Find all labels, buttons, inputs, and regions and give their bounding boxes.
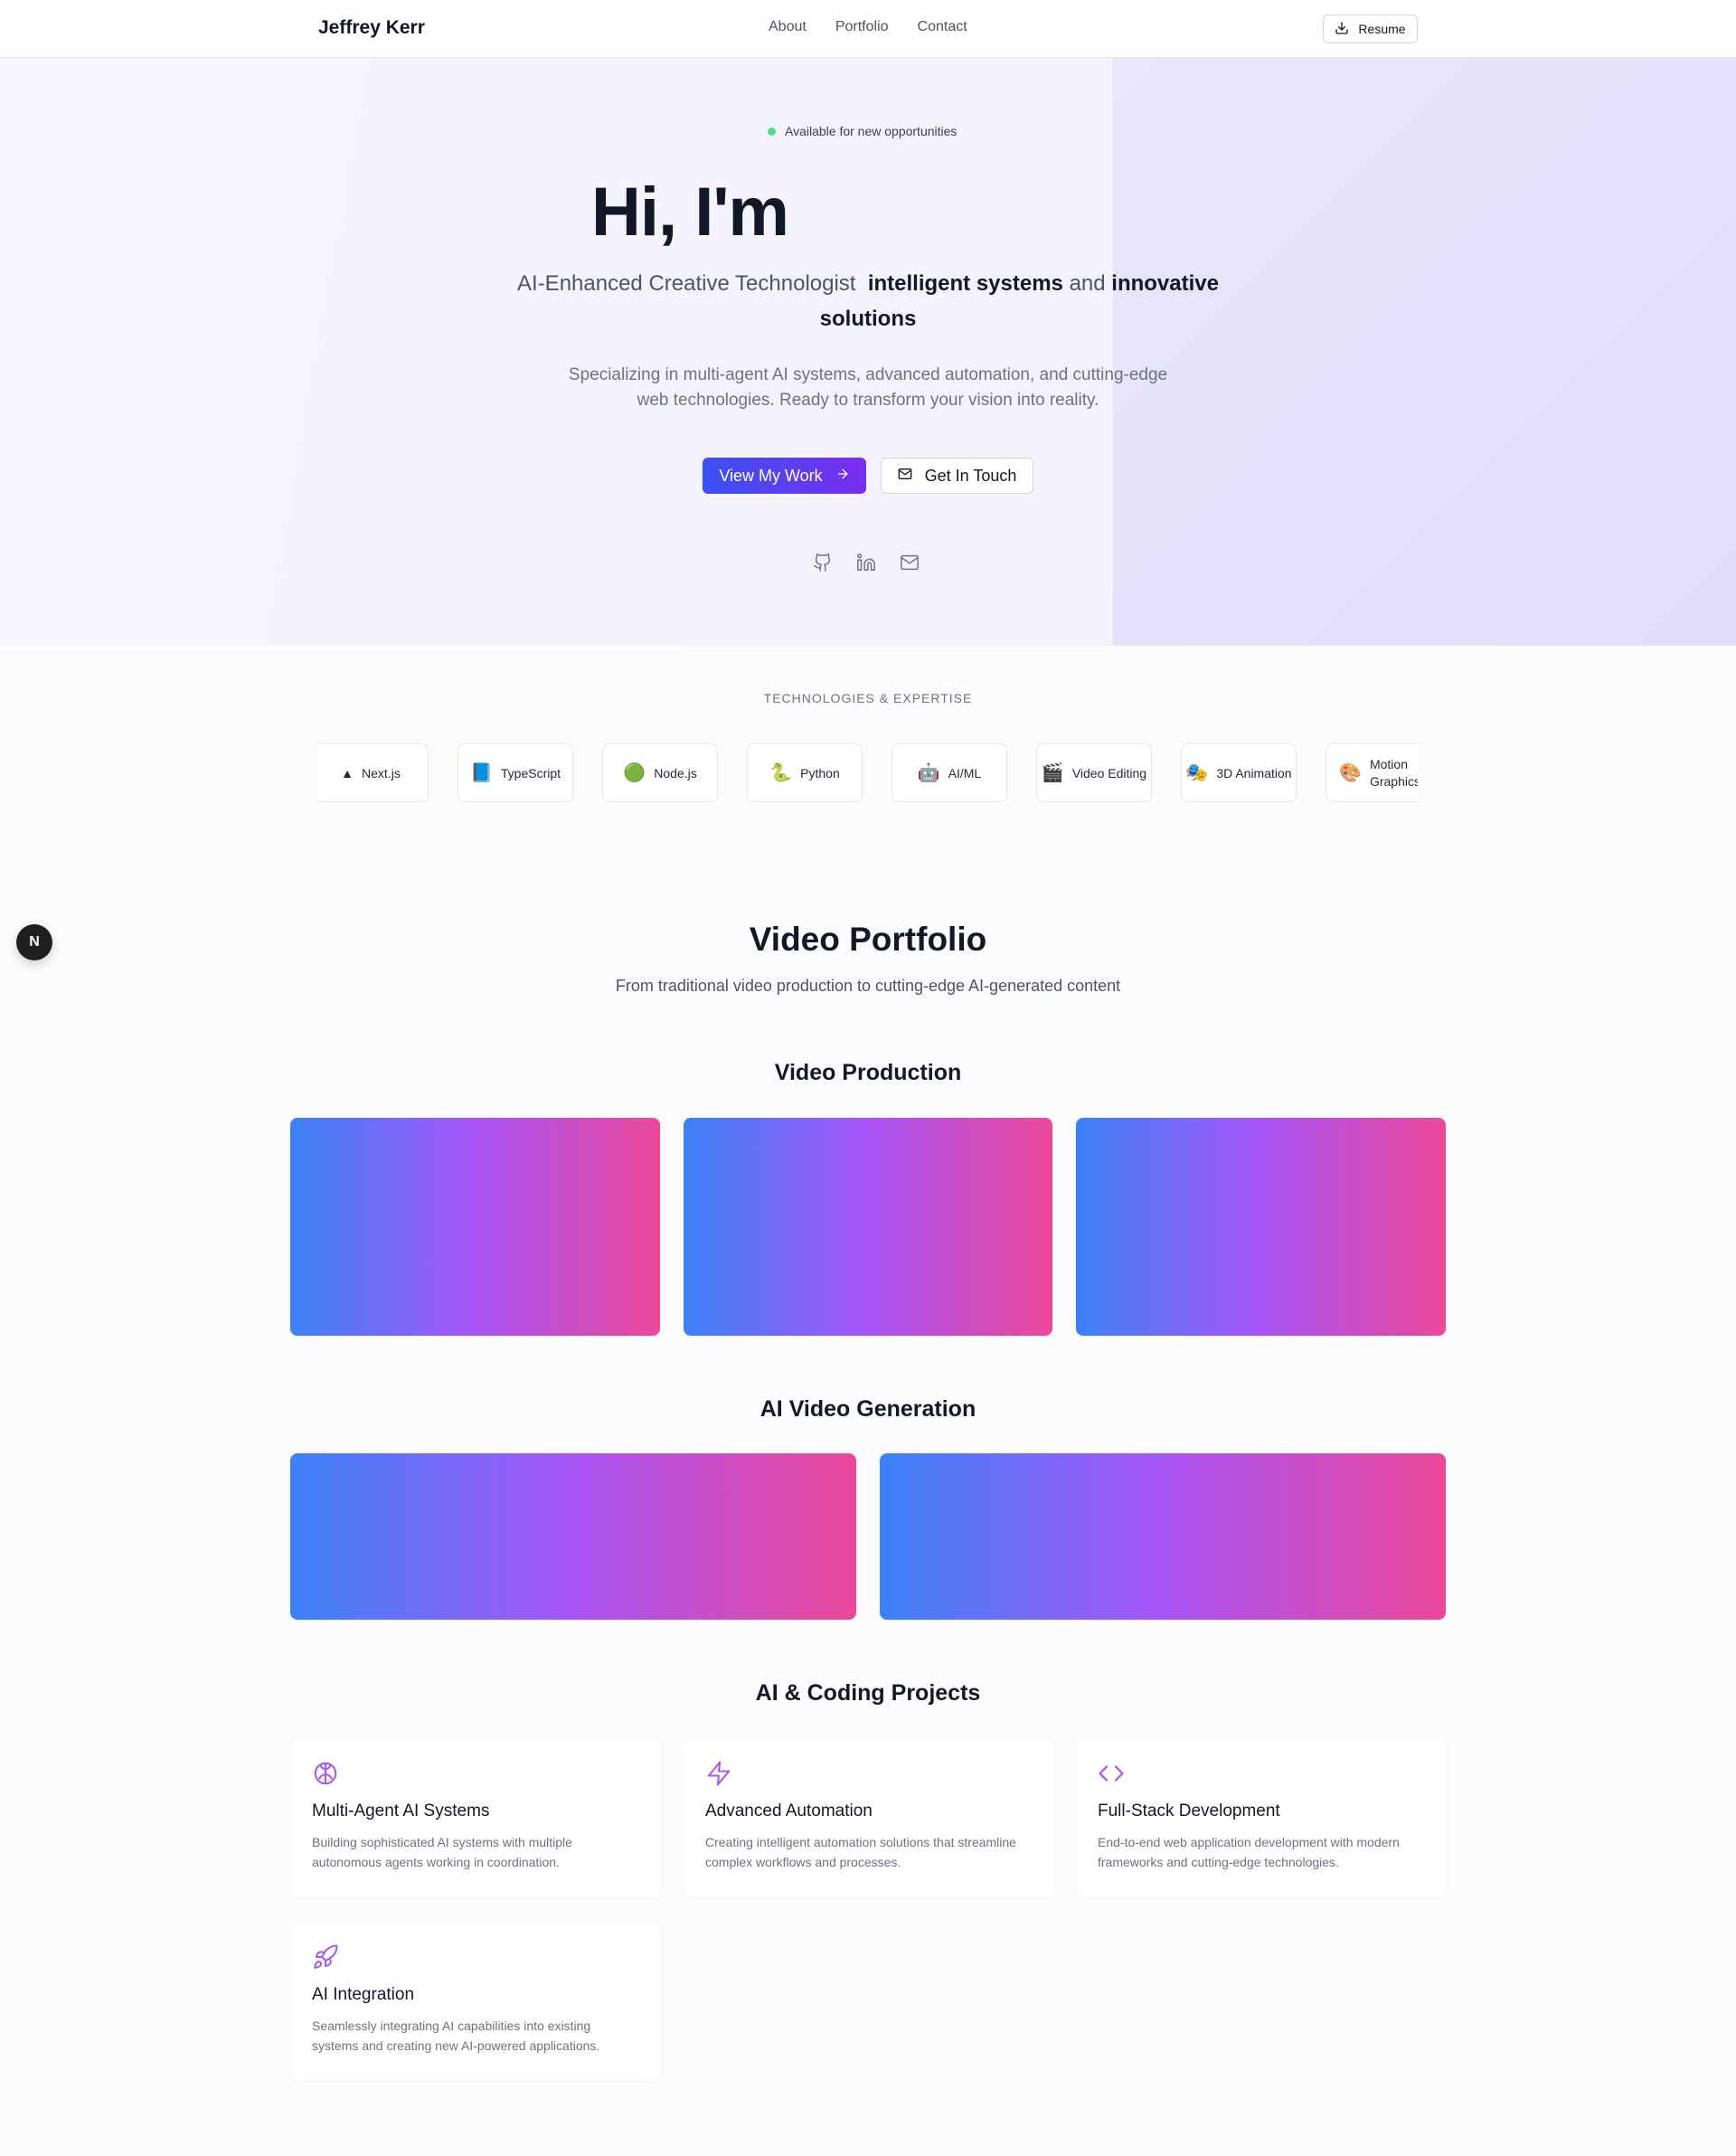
code-icon [1098, 1760, 1125, 1787]
view-my-work-label: View My Work [719, 466, 823, 485]
tech-item-label: Next.js [362, 765, 401, 780]
get-in-touch-label: Get In Touch [924, 466, 1017, 485]
status-dot [768, 127, 776, 136]
tech-item-label: Video Editing [1071, 765, 1147, 780]
video-card[interactable] [290, 1118, 660, 1336]
nodejs-icon: 🟢 [623, 762, 646, 783]
top-navbar: Jeffrey Kerr About Portfolio Contact Res… [0, 0, 1736, 58]
availability-badge: Available for new opportunities [768, 124, 957, 138]
nav-link-contact[interactable]: Contact [918, 19, 967, 35]
tech-item-label: Python [800, 765, 840, 780]
tech-item-label: Motion Graphics [1369, 756, 1418, 789]
tech-item: ▲ Next.js [318, 743, 429, 802]
subtitle-highlight-1: intelligent systems [867, 271, 1063, 296]
tech-item-label: 3D Animation [1216, 765, 1292, 780]
video-card[interactable] [684, 1118, 1052, 1336]
brain-icon [312, 1760, 339, 1787]
portfolio-title: Video Portfolio [749, 921, 987, 958]
tech-item: 🐍 Python [747, 743, 863, 802]
get-in-touch-button[interactable]: Get In Touch [881, 458, 1033, 494]
view-my-work-button[interactable]: View My Work [703, 458, 866, 494]
zap-icon [705, 1760, 732, 1787]
resume-button[interactable]: Resume [1323, 14, 1418, 43]
project-card[interactable]: AI Integration Seamlessly integrating AI… [290, 1922, 661, 2081]
ai-video-card[interactable] [880, 1453, 1446, 1620]
project-title: AI Integration [312, 1985, 415, 2004]
github-icon[interactable] [812, 552, 834, 573]
rocket-icon [312, 1943, 339, 1971]
project-description: Building sophisticated AI systems with m… [312, 1835, 572, 1869]
project-card[interactable]: Full-Stack Development End-to-end web ap… [1076, 1738, 1447, 1897]
robot-icon: 🤖 [917, 762, 940, 783]
palette-icon: 🎨 [1339, 762, 1362, 783]
project-title: Multi-Agent AI Systems [312, 1801, 490, 1820]
linkedin-icon[interactable] [855, 552, 877, 573]
hero-description: Specializing in multi-agent AI systems, … [568, 365, 1168, 410]
tech-item-label: AI/ML [948, 765, 982, 780]
ai-video-card[interactable] [290, 1453, 856, 1620]
nav-link-about[interactable]: About [769, 19, 807, 35]
hero-subtitle: AI-Enhanced Creative Technologist intell… [506, 266, 1230, 336]
video-card[interactable] [1076, 1118, 1446, 1336]
tech-section-title: TECHNOLOGIES & EXPERTISE [763, 691, 973, 705]
tech-item: 🎭 3D Animation [1181, 743, 1297, 802]
tech-row: ▲ Next.js 📘 TypeScript 🟢 Node.js 🐍 Python 🤖 A… [318, 743, 1418, 802]
theater-masks-icon: 🎭 [1185, 762, 1209, 783]
typescript-icon: 📘 [469, 762, 493, 783]
project-description: Seamlessly integrating AI capabilities i… [312, 2019, 600, 2053]
resume-button-label: Resume [1358, 22, 1406, 36]
project-description: End-to-end web application development w… [1098, 1835, 1400, 1869]
download-icon [1335, 21, 1349, 38]
arrow-right-icon [835, 467, 850, 486]
tech-carousel: ▲ Next.js 📘 TypeScript 🟢 Node.js 🐍 Python 🤖 A… [318, 743, 1418, 803]
nextjs-icon: ▲ [341, 765, 354, 780]
video-production-heading: Video Production [774, 1060, 962, 1085]
project-title: Full-Stack Development [1098, 1801, 1280, 1820]
tech-item: 📘 TypeScript [458, 743, 573, 802]
nav-link-portfolio[interactable]: Portfolio [835, 19, 889, 35]
portfolio-subtitle: From traditional video production to cut… [615, 977, 1121, 995]
subtitle-role: AI-Enhanced Creative Technologist [517, 271, 856, 296]
tech-item: 🎬 Video Editing [1036, 743, 1152, 802]
tech-item-label: TypeScript [500, 765, 561, 780]
python-icon: 🐍 [769, 762, 793, 783]
tech-item: 🤖 AI/ML [892, 743, 1007, 802]
project-title: Advanced Automation [705, 1801, 873, 1820]
hero-decorative-panel [1113, 58, 1736, 646]
availability-text: Available for new opportunities [785, 124, 958, 138]
social-links [812, 552, 920, 573]
subtitle-connector: and [1069, 271, 1106, 296]
coding-projects-heading: AI & Coding Projects [755, 1680, 981, 1706]
tech-item-label: Node.js [654, 765, 697, 780]
project-card[interactable]: Advanced Automation Creating intelligent… [684, 1738, 1054, 1897]
project-description: Creating intelligent automation solution… [705, 1835, 1016, 1869]
project-card[interactable]: Multi-Agent AI Systems Building sophisti… [290, 1738, 661, 1897]
tech-item: 🟢 Node.js [602, 743, 718, 802]
hero-greeting: Hi, I'm [591, 174, 789, 251]
tech-item: 🎨 Motion Graphics [1326, 743, 1418, 802]
hero-section: Available for new opportunities Hi, I'm … [0, 58, 1736, 646]
mail-icon [898, 467, 912, 486]
mail-icon[interactable] [899, 552, 920, 573]
clapperboard-icon: 🎬 [1041, 762, 1064, 783]
brand-logo[interactable]: Jeffrey Kerr [318, 17, 425, 39]
nav-links: About Portfolio Contact [769, 19, 967, 35]
ai-video-heading: AI Video Generation [760, 1396, 976, 1422]
